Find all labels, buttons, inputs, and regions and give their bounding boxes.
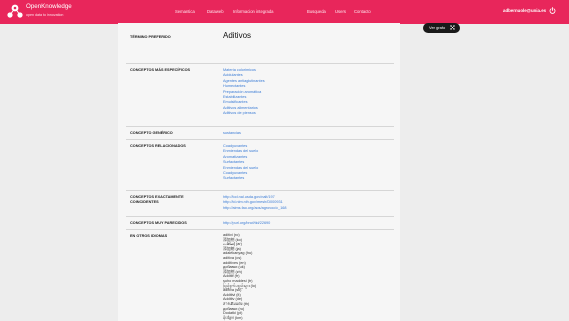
other-languages-label: EN OTROS IDIOMAS — [130, 234, 168, 238]
nav-contacto[interactable]: Contacto — [354, 9, 371, 14]
row-specific-concepts: CONCEPTOS MÁS ESPECÍFICOS Matería colori… — [126, 64, 394, 127]
close-match-label: CONCEPTOS MUY PARECIDOS — [130, 221, 187, 225]
page-title: Aditivos — [223, 31, 252, 40]
generic-concept-list: sustancias — [223, 131, 241, 136]
row-generic-concept: CONCEPTO GENÉRICO sustancias — [126, 127, 394, 140]
user-email[interactable]: adbernuole@unia.es — [503, 8, 546, 13]
term-detail-card: TÉRMINO PREFERIDO Aditivos CONCEPTOS MÁS… — [118, 23, 400, 321]
nav-busqueda[interactable]: Busqueda — [307, 9, 326, 14]
language-label: suho maddesi (tr) — [223, 278, 253, 283]
row-related-concepts: CONCEPTOS RELACIONADOS Coadyuvantes Enmi… — [126, 140, 394, 191]
generic-concept-link[interactable]: sustancias — [223, 131, 241, 136]
exact-match-label: CONCEPTOS EXACTAMENTE COINCIDENTES — [130, 195, 184, 204]
related-concept-link[interactable]: Surfactantes — [223, 176, 258, 181]
preferred-term-label: TÉRMINO PREFERIDO — [130, 35, 171, 39]
top-navbar: OpenKnowledge open data to innovation Se… — [0, 0, 569, 24]
other-languages-list: aditivi (ro) 添加剂 (ko) إضافات (ar) 添加剤 (j… — [223, 233, 256, 320]
logo-icon[interactable] — [6, 3, 24, 20]
specific-concept-link[interactable]: Aditivos de piensos — [223, 111, 265, 116]
generic-concept-label: CONCEPTO GENÉRICO — [130, 131, 173, 135]
graph-icon — [450, 25, 455, 30]
row-exact-match: CONCEPTOS EXACTAMENTE COINCIDENTES http:… — [126, 191, 394, 217]
language-label: ដុំបន្ថែម (km) — [223, 315, 243, 320]
related-concepts-label: CONCEPTOS RELACIONADOS — [130, 144, 186, 148]
brand-name[interactable]: OpenKnowledge — [26, 3, 72, 10]
power-icon[interactable] — [549, 7, 556, 14]
row-close-match: CONCEPTOS MUY PARECIDOS http://purl.org/… — [126, 217, 394, 230]
specific-concepts-list: Matería colorimicos Acidulantes Agentes … — [223, 68, 265, 117]
row-preferred-term: TÉRMINO PREFERIDO Aditivos — [126, 31, 394, 64]
view-graph-button[interactable]: Ver grafo — [423, 23, 460, 33]
specific-concepts-label: CONCEPTOS MÁS ESPECÍFICOS — [130, 68, 191, 72]
exact-match-list: http://lod.nal.usda.gov/nalt/197 http://… — [223, 195, 287, 211]
close-match-link[interactable]: http://purl.org/bncf/tid/22690 — [223, 221, 270, 226]
view-graph-label: Ver grafo — [429, 25, 446, 31]
exact-match-link[interactable]: http://aims.fao.org/aos/agrovoc/c_168 — [223, 206, 287, 211]
nav-informacion-integrada[interactable]: Informacion integrada — [233, 9, 274, 14]
brand-tagline: open data to innovation — [26, 13, 64, 17]
nav-semantica[interactable]: Semantica — [175, 9, 195, 14]
row-other-languages: EN OTROS IDIOMAS aditivi (ro) 添加剂 (ko) إ… — [126, 230, 394, 321]
close-match-list: http://purl.org/bncf/tid/22690 — [223, 221, 270, 226]
nav-dataweb[interactable]: Dataweb — [207, 9, 224, 14]
nav-users[interactable]: Users — [335, 9, 346, 14]
related-concepts-list: Coadyuvantes Enmiendas del suelo Aromati… — [223, 144, 258, 182]
